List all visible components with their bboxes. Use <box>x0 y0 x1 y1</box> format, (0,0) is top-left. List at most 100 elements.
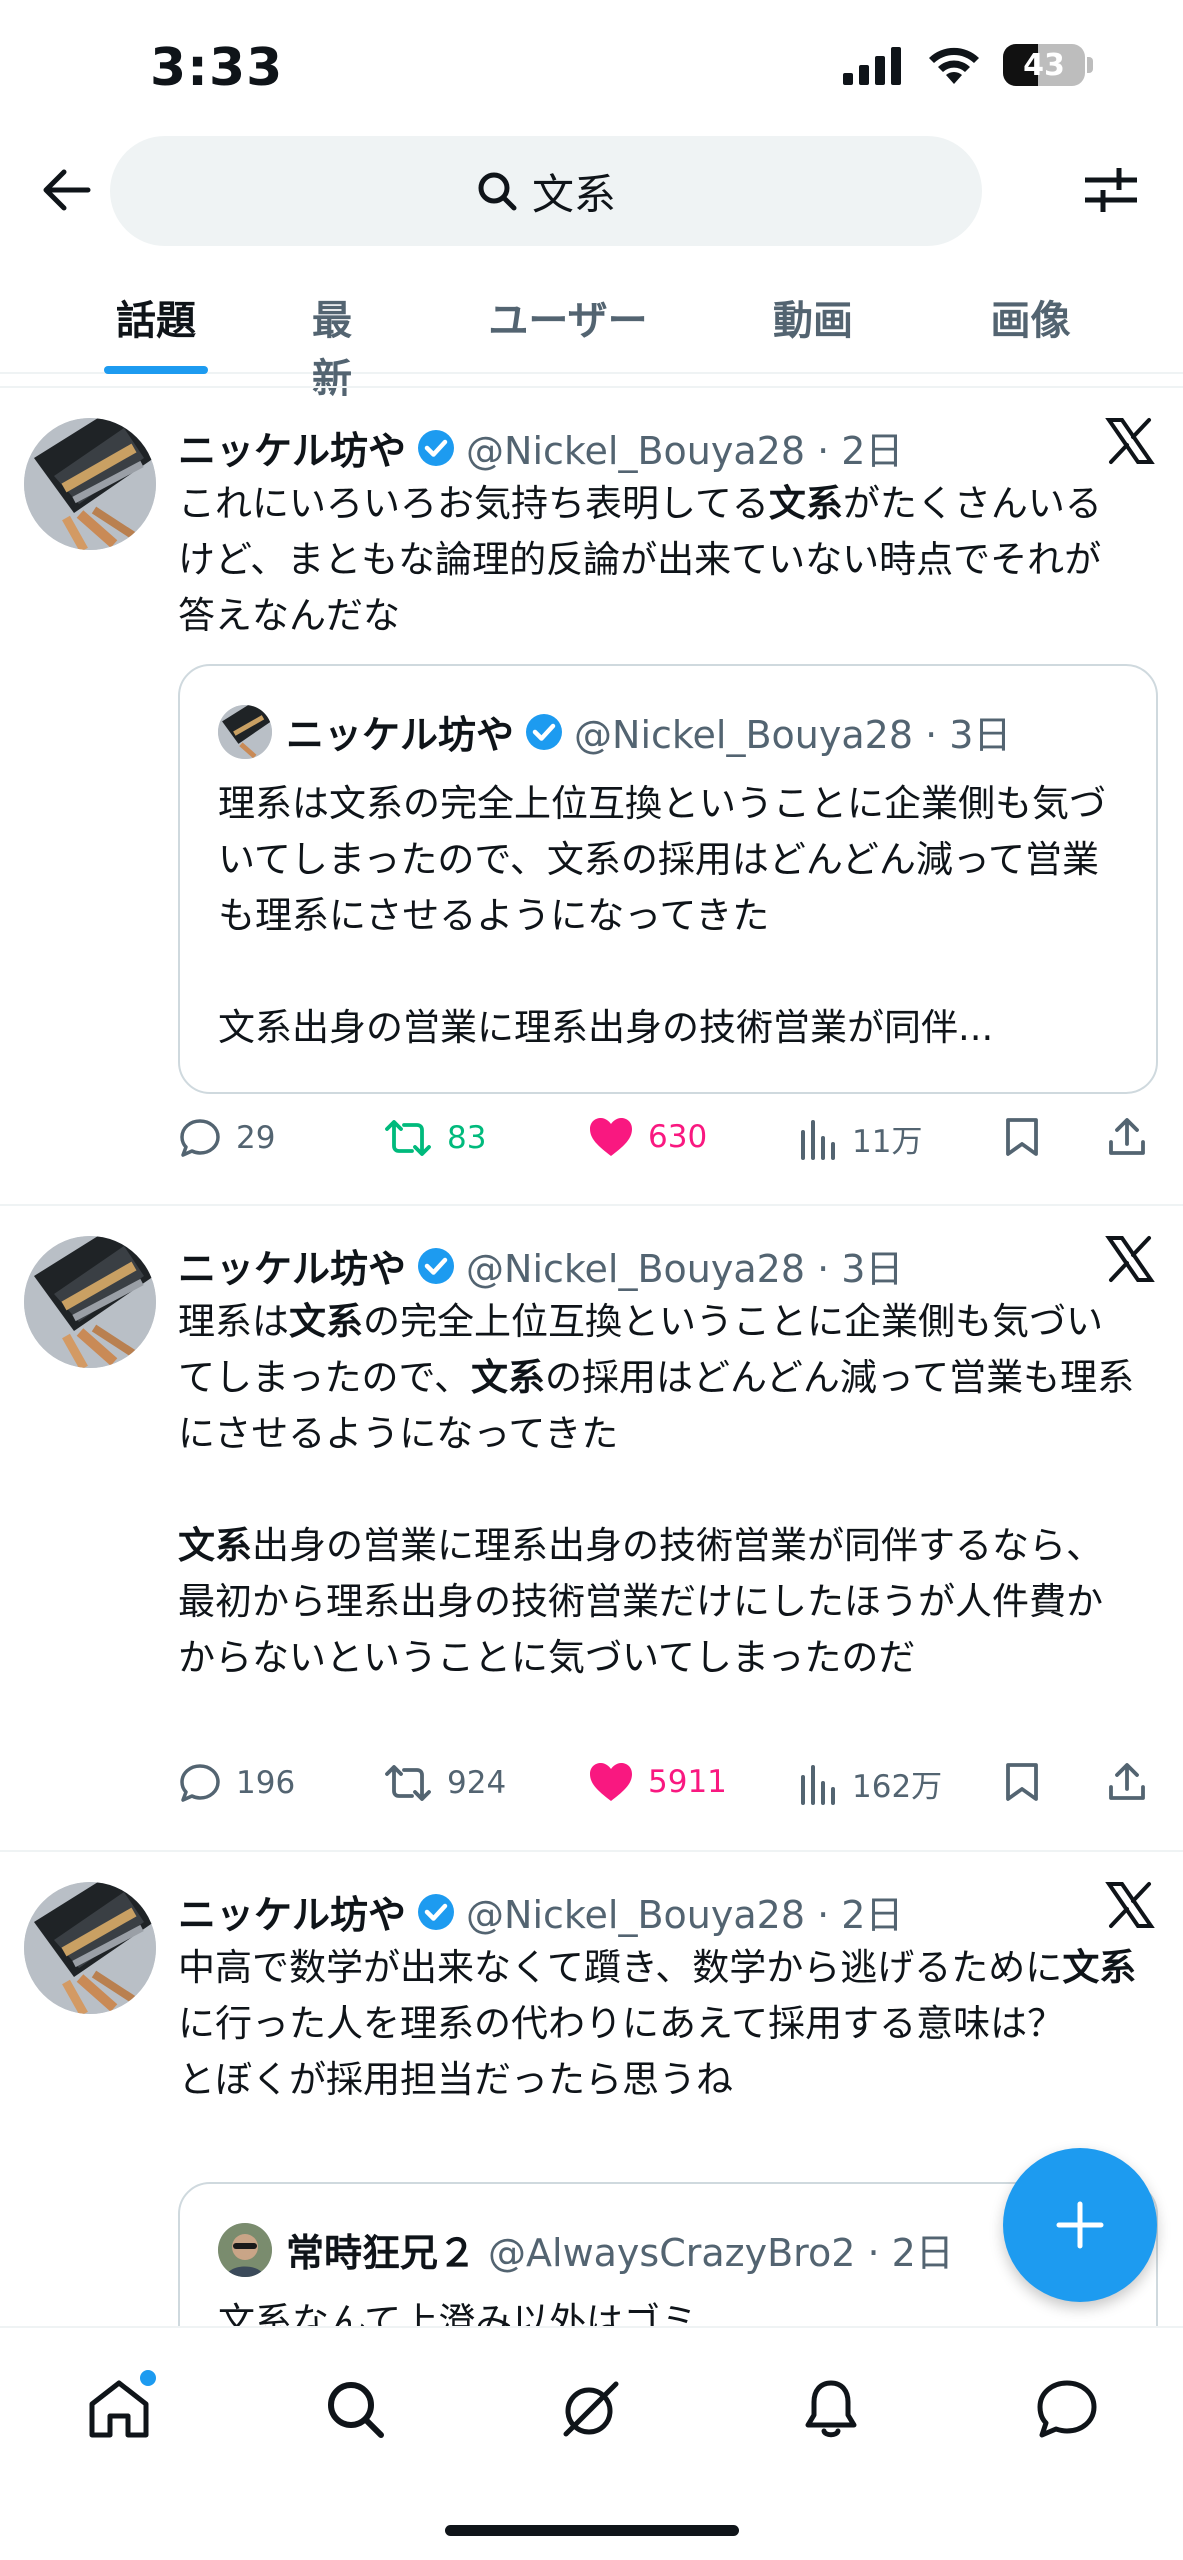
x-logo-icon[interactable] <box>1105 416 1155 466</box>
tab-images[interactable]: 画像 <box>878 270 1183 372</box>
tab-top[interactable]: 話題 <box>0 270 312 374</box>
verified-badge-icon <box>416 1246 456 1286</box>
reply-count: 29 <box>236 1120 276 1156</box>
view-count: 11万 <box>852 1124 923 1160</box>
reply-button[interactable]: 196 <box>178 1761 295 1805</box>
verified-badge-icon <box>416 1892 456 1932</box>
views-button[interactable]: 162万 <box>798 1761 942 1806</box>
status-bar: 3:33 43 <box>0 0 1183 130</box>
verified-badge-icon <box>524 712 564 752</box>
bookmark-button[interactable] <box>1004 1116 1040 1158</box>
handle-time: @Nickel_Bouya28 · 3日 <box>466 1247 904 1291</box>
back-button[interactable] <box>30 154 102 226</box>
x-logo-icon[interactable] <box>1105 1234 1155 1284</box>
sliders-icon <box>1085 168 1137 212</box>
bell-icon <box>805 2380 857 2438</box>
quoted-tweet-text: 文系なんて上澄み以外はゴミ <box>218 2300 698 2326</box>
tab-label: 動画 <box>773 298 853 344</box>
notification-dot <box>140 2370 156 2386</box>
battery-icon: 43 <box>1003 44 1085 86</box>
views-button[interactable]: 11万 <box>798 1116 922 1161</box>
avatar <box>218 2222 272 2277</box>
search-query: 文系 <box>531 169 616 219</box>
bookmark-button[interactable] <box>1004 1761 1040 1803</box>
handle-time: @Nickel_Bouya28 · 2日 <box>466 1893 904 1937</box>
back-arrow-icon <box>43 169 91 211</box>
retweet-button[interactable]: 924 <box>383 1761 506 1805</box>
reply-count: 196 <box>236 1765 296 1801</box>
like-button[interactable]: 5911 <box>588 1761 727 1803</box>
tab-label: 話題 <box>116 298 196 344</box>
retweet-button[interactable]: 83 <box>383 1116 486 1160</box>
tweet-header: ニッケル坊や @Nickel_Bouya28 · 2日 <box>178 420 1153 475</box>
cable-avatar-image <box>24 1236 156 1368</box>
reply-icon <box>180 1764 220 1802</box>
reply-icon <box>180 1119 220 1157</box>
reply-button[interactable]: 29 <box>178 1116 275 1160</box>
tweet-header: ニッケル坊や @Nickel_Bouya28 · 3日 <box>178 1238 1153 1293</box>
battery-level: 43 <box>1023 47 1065 83</box>
tweet-text: これにいろいろお気持ち表明してる文系がたくさんいるけど、まともな論理的反論が出来… <box>178 482 1102 637</box>
avatar <box>218 704 272 759</box>
tab-latest[interactable]: 最新 <box>312 270 388 402</box>
tweet-text: 理系は文系の完全上位互換ということに企業側も気づいてしまったので、文系の採用はど… <box>178 1300 1135 1679</box>
display-name: 常時狂兄２ <box>286 2231 477 2275</box>
avatar[interactable] <box>24 1236 156 1368</box>
nav-home[interactable] <box>74 2364 164 2454</box>
plus-icon <box>1056 2201 1104 2249</box>
x-logo-icon[interactable] <box>1105 1880 1155 1930</box>
display-name: ニッケル坊や <box>286 713 515 757</box>
heart-filled-icon <box>590 1763 632 1801</box>
like-button[interactable]: 630 <box>588 1116 707 1158</box>
search-settings-button[interactable] <box>1075 154 1147 226</box>
tweet-header: ニッケル坊や @Nickel_Bouya28 · 2日 <box>178 1884 1153 1939</box>
tweet-actions: 29 83 630 11万 <box>178 1116 1158 1176</box>
tweet-actions: 196 924 5911 162万 <box>178 1761 1158 1821</box>
handle-time: @Nickel_Bouya28 · 2日 <box>466 429 904 473</box>
bookmark-icon <box>1006 1763 1038 1801</box>
share-button[interactable] <box>1106 1761 1148 1803</box>
signal-icon <box>843 47 901 85</box>
nav-messages[interactable] <box>1022 2364 1112 2454</box>
handle-time: @AlwaysCrazyBro2 · 2日 <box>488 2231 954 2275</box>
display-name[interactable]: ニッケル坊や <box>178 1238 406 1293</box>
tweet-text: 中高で数学が出来なくて躓き、数学から逃げるために文系に行った人を理系の代わりにあ… <box>178 1946 1137 2101</box>
display-name[interactable]: ニッケル坊や <box>178 1884 406 1939</box>
search-input[interactable]: 文系 <box>110 136 982 246</box>
home-icon <box>89 2380 149 2438</box>
tab-label: 画像 <box>990 298 1071 344</box>
like-count: 5911 <box>648 1764 727 1800</box>
quoted-tweet[interactable]: ニッケル坊や @Nickel_Bouya28 · 3日 理系は文系の完全上位互換… <box>178 664 1158 1094</box>
home-indicator <box>445 2525 739 2536</box>
cable-avatar-image <box>24 418 156 550</box>
cable-avatar-image <box>218 704 272 759</box>
status-time: 3:33 <box>150 38 284 98</box>
avatar[interactable] <box>24 418 156 550</box>
avatar[interactable] <box>24 1882 156 2014</box>
handle-time: @Nickel_Bouya28 · 3日 <box>574 713 1012 757</box>
quoted-tweet-header: ニッケル坊や @Nickel_Bouya28 · 3日 <box>218 704 1011 759</box>
display-name[interactable]: ニッケル坊や <box>178 420 406 475</box>
tweet[interactable]: ニッケル坊や @Nickel_Bouya28 · 2日 中高で数学が出来なくて躓… <box>0 1852 1183 2326</box>
person-avatar-image <box>218 2222 272 2277</box>
tab-videos[interactable]: 動画 <box>748 270 878 372</box>
views-chart-icon <box>801 1119 835 1160</box>
retweet-icon <box>385 1120 431 1156</box>
search-term-highlight: 文系 <box>289 1300 363 1343</box>
nav-notifications[interactable] <box>786 2364 876 2454</box>
nav-grok[interactable] <box>546 2364 636 2454</box>
tweet[interactable]: ニッケル坊や @Nickel_Bouya28 · 3日 理系は文系の完全上位互換… <box>0 1206 1183 1852</box>
grok-icon <box>563 2381 619 2437</box>
tab-users[interactable]: ユーザー <box>388 270 748 372</box>
like-count: 630 <box>648 1119 708 1155</box>
search-term-highlight: 文系 <box>178 1524 252 1567</box>
retweet-icon <box>385 1765 431 1801</box>
nav-search[interactable] <box>310 2364 400 2454</box>
share-button[interactable] <box>1106 1116 1148 1158</box>
bookmark-icon <box>1006 1118 1038 1156</box>
tweet[interactable]: ニッケル坊や @Nickel_Bouya28 · 2日 これにいろいろお気持ち表… <box>0 388 1183 1206</box>
compose-post-button[interactable] <box>1003 2148 1157 2302</box>
status-icons: 43 <box>843 44 1093 86</box>
search-results-feed[interactable]: ニッケル坊や @Nickel_Bouya28 · 2日 これにいろいろお気持ち表… <box>0 386 1183 2326</box>
search-term-highlight: 文系 <box>471 1356 546 1399</box>
